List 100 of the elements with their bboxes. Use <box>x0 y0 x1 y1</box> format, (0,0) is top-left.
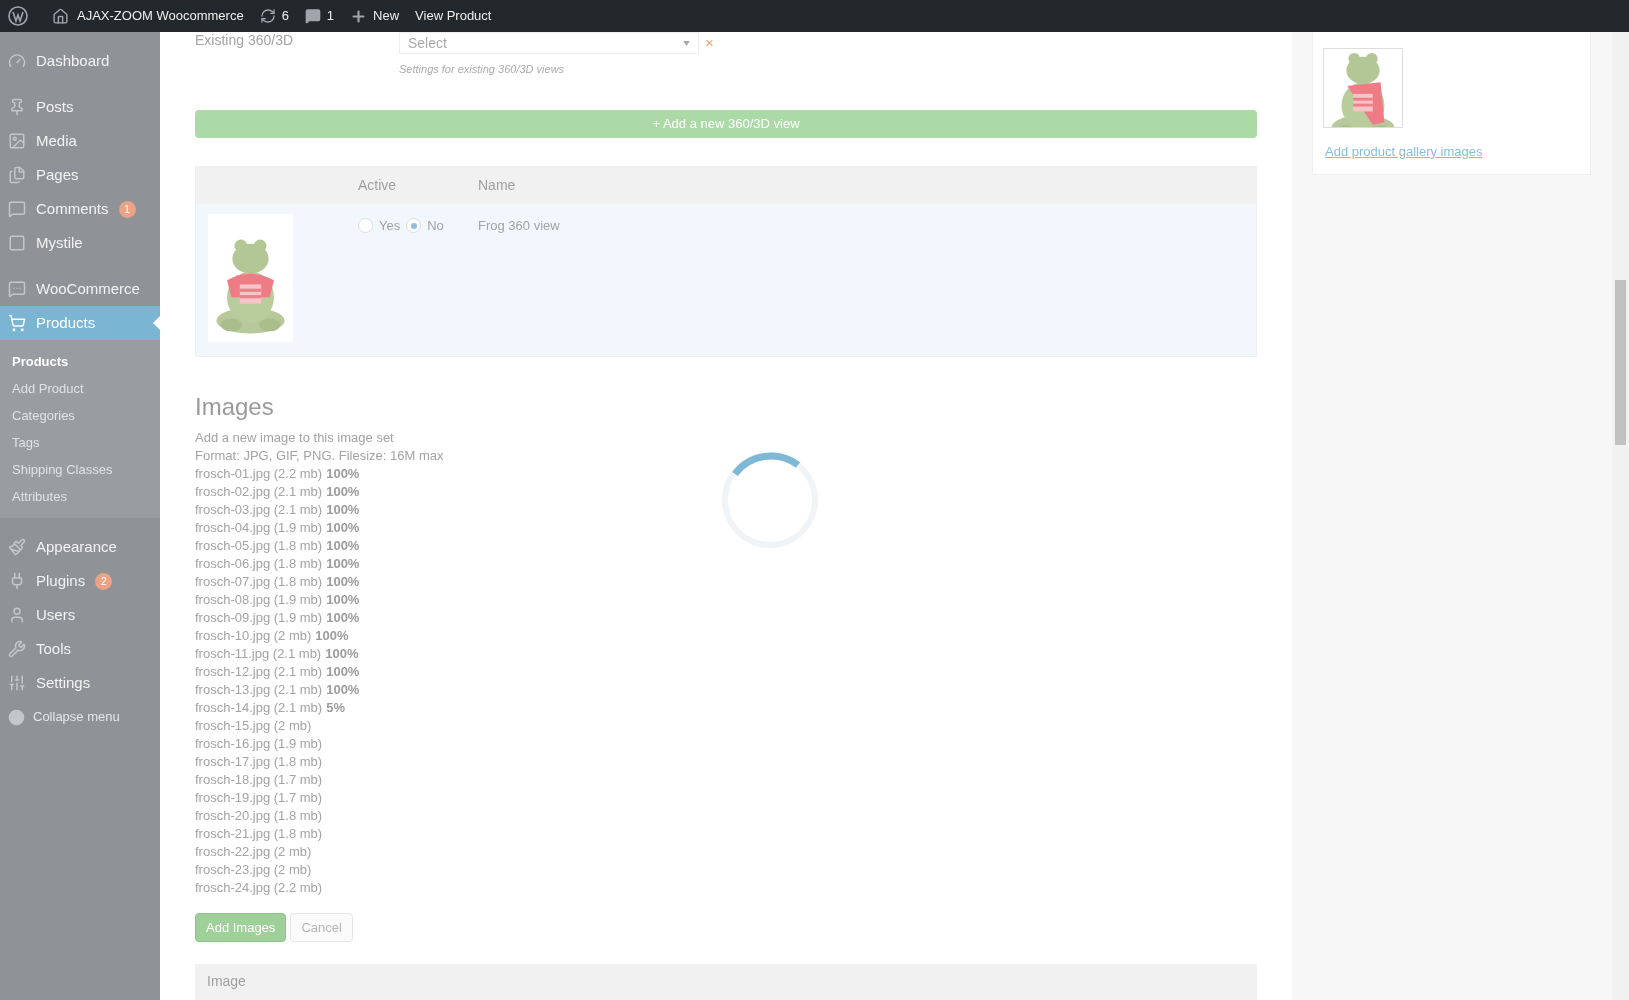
new-link[interactable]: New <box>373 6 400 26</box>
sidebar-item[interactable]: Products <box>0 306 160 340</box>
view-name: Frog 360 view <box>478 217 560 235</box>
section-heading: Images <box>195 392 275 422</box>
user-icon <box>8 606 26 624</box>
loading-spinner-icon <box>720 450 820 550</box>
percent-text: 100% <box>326 609 360 627</box>
field-hint: Settings for existing 360/3D views <box>399 61 566 77</box>
percent-text: 100% <box>326 501 360 519</box>
percent-text: 100% <box>326 519 360 537</box>
percent-text: 100% <box>326 465 360 483</box>
file-name: frosch-24.jpg (2.2 mb) <box>195 879 323 897</box>
sidebar-item[interactable]: Media <box>0 124 160 158</box>
file-name: frosch-16.jpg (1.9 mb) <box>195 735 323 753</box>
comments-count[interactable]: 1 <box>326 6 335 26</box>
add-images-button[interactable]: Add Images <box>195 913 287 942</box>
count-badge: 2 <box>95 572 113 590</box>
sliders-icon <box>8 674 26 692</box>
site-name-link[interactable]: AJAX-ZOOM Woocommerce <box>77 6 244 26</box>
clear-selection-button[interactable]: × <box>705 32 714 55</box>
file-name: frosch-06.jpg (1.8 mb) <box>195 555 323 573</box>
sidebar-item[interactable]: Tools <box>0 632 160 666</box>
sidebar-item[interactable]: Comments 1 <box>0 192 160 226</box>
file-name: frosch-14.jpg (2.1 mb) <box>195 699 323 717</box>
submenu-item[interactable]: Categories <box>0 402 160 429</box>
file-name: frosch-15.jpg (2 mb) <box>195 717 312 735</box>
count-badge: 1 <box>118 200 136 218</box>
sidebar-item[interactable]: Mystile <box>0 226 160 260</box>
file-name: frosch-04.jpg (1.9 mb) <box>195 519 323 537</box>
percent-text: 100% <box>326 681 360 699</box>
file-name: frosch-23.jpg (2 mb) <box>195 861 312 879</box>
add-view-button[interactable]: + Add a new 360/3D view <box>195 110 1257 138</box>
square-icon <box>8 234 26 252</box>
file-name: frosch-07.jpg (1.8 mb) <box>195 573 323 591</box>
file-name: frosch-22.jpg (2 mb) <box>195 843 312 861</box>
radio-option[interactable]: Yes <box>358 216 401 236</box>
pages-icon <box>8 166 26 184</box>
percent-text: 100% <box>326 663 360 681</box>
radio-button[interactable] <box>358 218 373 234</box>
speech-bubble-icon <box>8 280 26 298</box>
cart-icon <box>8 314 26 332</box>
select-dropdown[interactable]: Select <box>399 32 699 55</box>
percent-text: 100% <box>326 555 360 573</box>
percent-text: 100% <box>326 483 360 501</box>
submenu-item[interactable]: Shipping Classes <box>0 456 160 483</box>
paintbrush-icon <box>8 538 26 556</box>
sidebar-item[interactable]: Dashboard <box>0 44 160 78</box>
column-header: Name <box>478 176 516 195</box>
sidebar-item[interactable]: Plugins 2 <box>0 564 160 598</box>
file-name: frosch-20.jpg (1.8 mb) <box>195 807 323 825</box>
percent-text: 100% <box>315 627 349 645</box>
comments-icon[interactable] <box>304 8 321 24</box>
home-icon[interactable] <box>52 7 69 25</box>
file-name: frosch-03.jpg (2.1 mb) <box>195 501 323 519</box>
dashboard-gauge-icon <box>8 52 26 70</box>
caret-icon <box>683 40 690 46</box>
submenu-item[interactable]: Attributes <box>0 483 160 510</box>
collapse-menu-button[interactable]: Collapse menu <box>0 700 160 734</box>
file-name: frosch-08.jpg (1.9 mb) <box>195 591 323 609</box>
intro-text: Add a new image to this image set <box>195 429 395 447</box>
add-gallery-images-link[interactable]: Add product gallery images <box>1325 142 1590 162</box>
sidebar-item[interactable]: Users <box>0 598 160 632</box>
file-name: frosch-01.jpg (2.2 mb) <box>195 465 323 483</box>
submenu-item[interactable]: Add Product <box>0 375 160 402</box>
file-name: frosch-21.jpg (1.8 mb) <box>195 825 323 843</box>
sidebar-item[interactable]: Appearance <box>0 530 160 564</box>
column-header: Image <box>207 972 246 990</box>
file-name: frosch-09.jpg (1.9 mb) <box>195 609 323 627</box>
pin-icon <box>8 98 26 116</box>
plus-icon[interactable] <box>350 7 368 25</box>
comment-icon <box>8 200 26 218</box>
wordpress-logo-icon[interactable] <box>8 6 28 26</box>
percent-text: 100% <box>325 645 359 663</box>
sidebar-item[interactable]: WooCommerce <box>0 272 160 306</box>
percent-text: 100% <box>326 573 360 591</box>
updates-icon[interactable] <box>259 8 276 24</box>
view-product-link[interactable]: View Product <box>415 6 492 26</box>
radio-option[interactable]: No <box>406 216 444 236</box>
file-name: frosch-05.jpg (1.8 mb) <box>195 537 323 555</box>
wrench-icon <box>8 640 26 658</box>
file-name: frosch-13.jpg (2.1 mb) <box>195 681 323 699</box>
submenu-item[interactable]: Tags <box>0 429 160 456</box>
media-icon <box>8 132 26 150</box>
percent-text: 5% <box>326 699 345 717</box>
percent-text: 100% <box>326 591 360 609</box>
field-label: Existing 360/3D <box>195 31 295 50</box>
file-name: frosch-19.jpg (1.7 mb) <box>195 789 323 807</box>
submenu-item[interactable]: Products <box>0 348 160 375</box>
sidebar-item[interactable]: Pages <box>0 158 160 192</box>
updates-count[interactable]: 6 <box>281 6 289 26</box>
file-name: frosch-17.jpg (1.8 mb) <box>195 753 323 771</box>
percent-text: 100% <box>326 537 360 555</box>
sidebar-item[interactable]: Posts <box>0 90 160 124</box>
file-name: frosch-10.jpg (2 mb) <box>195 627 312 645</box>
scrollbar[interactable] <box>1612 32 1629 1000</box>
radio-button[interactable] <box>406 218 422 234</box>
format-text: Format: JPG, GIF, PNG. Filesize: 16M max <box>195 447 445 465</box>
sidebar-item[interactable]: Settings <box>0 666 160 700</box>
file-name: frosch-18.jpg (1.7 mb) <box>195 771 323 789</box>
cancel-button[interactable]: Cancel <box>290 913 353 942</box>
